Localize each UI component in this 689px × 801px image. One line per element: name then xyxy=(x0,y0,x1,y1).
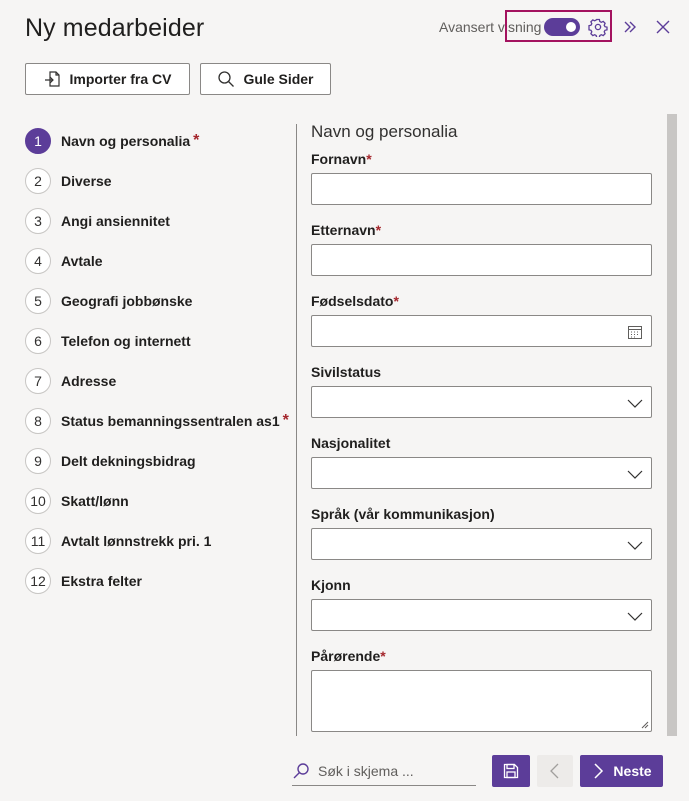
fornavn-label: Fornavn* xyxy=(311,151,372,167)
next-label: Neste xyxy=(613,763,652,779)
chevron-down-icon xyxy=(627,541,643,550)
step-number: 12 xyxy=(25,568,51,594)
step-item[interactable]: 11 Avtalt lønnstrekk pri. 1 xyxy=(25,521,289,561)
step-label: Diverse xyxy=(61,173,112,189)
step-label: Skatt/lønn xyxy=(61,493,129,509)
scrollbar[interactable] xyxy=(667,114,677,736)
kjonn-select[interactable] xyxy=(311,599,652,631)
chevron-down-icon xyxy=(627,470,643,479)
step-number: 2 xyxy=(25,168,51,194)
step-number: 8 xyxy=(25,408,51,434)
toggle-knob xyxy=(566,22,576,32)
gule-sider-label: Gule Sider xyxy=(243,71,314,87)
close-icon[interactable] xyxy=(653,17,673,37)
chevron-down-icon xyxy=(627,612,643,621)
step-item[interactable]: 2 Diverse xyxy=(25,161,289,201)
step-number: 6 xyxy=(25,328,51,354)
step-item[interactable]: 6 Telefon og internett xyxy=(25,321,289,361)
step-label: Delt dekningsbidrag xyxy=(61,453,196,469)
parorende-textarea[interactable] xyxy=(311,670,652,732)
step-list: 1 Navn og personalia * 2 Diverse 3 Angi ansi… xyxy=(25,121,289,601)
step-item[interactable]: 8 Status bemanningssentralen as1 * xyxy=(25,401,289,441)
step-label: Angi ansiennitet xyxy=(61,213,170,229)
fodselsdato-input[interactable] xyxy=(311,315,652,347)
nasjonalitet-select[interactable] xyxy=(311,457,652,489)
step-item[interactable]: 12 Ekstra felter xyxy=(25,561,289,601)
resize-handle-icon[interactable] xyxy=(641,721,649,729)
chevron-right-icon xyxy=(594,763,604,779)
import-cv-button[interactable]: Importer fra CV xyxy=(25,63,190,95)
gule-sider-button[interactable]: Gule Sider xyxy=(200,63,331,95)
nasjonalitet-label: Nasjonalitet xyxy=(311,435,391,451)
step-label: Adresse xyxy=(61,373,117,389)
search-icon xyxy=(218,71,235,87)
step-item[interactable]: 10 Skatt/lønn xyxy=(25,481,289,521)
parorende-label: Pårørende* xyxy=(311,648,386,664)
step-number: 4 xyxy=(25,248,51,274)
kjonn-label: Kjonn xyxy=(311,577,351,593)
chevron-down-icon xyxy=(627,399,643,408)
step-label: Ekstra felter xyxy=(61,573,142,589)
fodselsdato-label: Fødselsdato* xyxy=(311,293,399,309)
section-title: Navn og personalia xyxy=(311,122,458,141)
sivilstatus-label: Sivilstatus xyxy=(311,364,382,380)
step-item[interactable]: 1 Navn og personalia * xyxy=(25,121,289,161)
form-search xyxy=(292,757,476,786)
step-label: Avtale xyxy=(61,253,103,269)
next-button[interactable]: Neste xyxy=(580,755,663,787)
page-title: Ny medarbeider xyxy=(25,14,205,42)
step-item[interactable]: 3 Angi ansiennitet xyxy=(25,201,289,241)
step-label: Navn og personalia xyxy=(61,133,191,149)
step-item[interactable]: 5 Geografi jobbønske xyxy=(25,281,289,321)
fornavn-input[interactable] xyxy=(311,173,652,205)
etternavn-label: Etternavn* xyxy=(311,222,382,238)
advanced-view-toggle[interactable] xyxy=(544,18,580,36)
step-number: 11 xyxy=(25,528,51,554)
sivilstatus-select[interactable] xyxy=(311,386,652,418)
required-mark: * xyxy=(193,132,200,149)
form-search-input[interactable] xyxy=(316,762,470,780)
expand-icon[interactable] xyxy=(620,17,640,37)
gear-icon[interactable] xyxy=(588,17,608,37)
step-number: 7 xyxy=(25,368,51,394)
search-icon xyxy=(293,763,309,779)
import-cv-label: Importer fra CV xyxy=(69,71,172,87)
etternavn-input[interactable] xyxy=(311,244,652,276)
sprak-label: Språk (vår kommunikasjon) xyxy=(311,506,495,522)
calendar-icon[interactable] xyxy=(627,324,643,340)
chevron-left-icon xyxy=(550,763,559,779)
step-label: Status bemanningssentralen as1 xyxy=(61,413,280,429)
step-number: 3 xyxy=(25,208,51,234)
import-icon xyxy=(44,71,60,87)
required-mark: * xyxy=(282,412,289,429)
step-item[interactable]: 4 Avtale xyxy=(25,241,289,281)
step-number: 1 xyxy=(25,128,51,154)
step-number: 5 xyxy=(25,288,51,314)
step-item[interactable]: 9 Delt dekningsbidrag xyxy=(25,441,289,481)
save-icon xyxy=(503,763,519,779)
step-label: Avtalt lønnstrekk pri. 1 xyxy=(61,533,212,549)
sprak-select[interactable] xyxy=(311,528,652,560)
step-number: 9 xyxy=(25,448,51,474)
step-label: Telefon og internett xyxy=(61,333,191,349)
step-item[interactable]: 7 Adresse xyxy=(25,361,289,401)
step-label: Geografi jobbønske xyxy=(61,293,193,309)
previous-button[interactable] xyxy=(537,755,573,787)
divider xyxy=(296,124,297,736)
step-number: 10 xyxy=(25,488,51,514)
save-button[interactable] xyxy=(492,755,530,787)
